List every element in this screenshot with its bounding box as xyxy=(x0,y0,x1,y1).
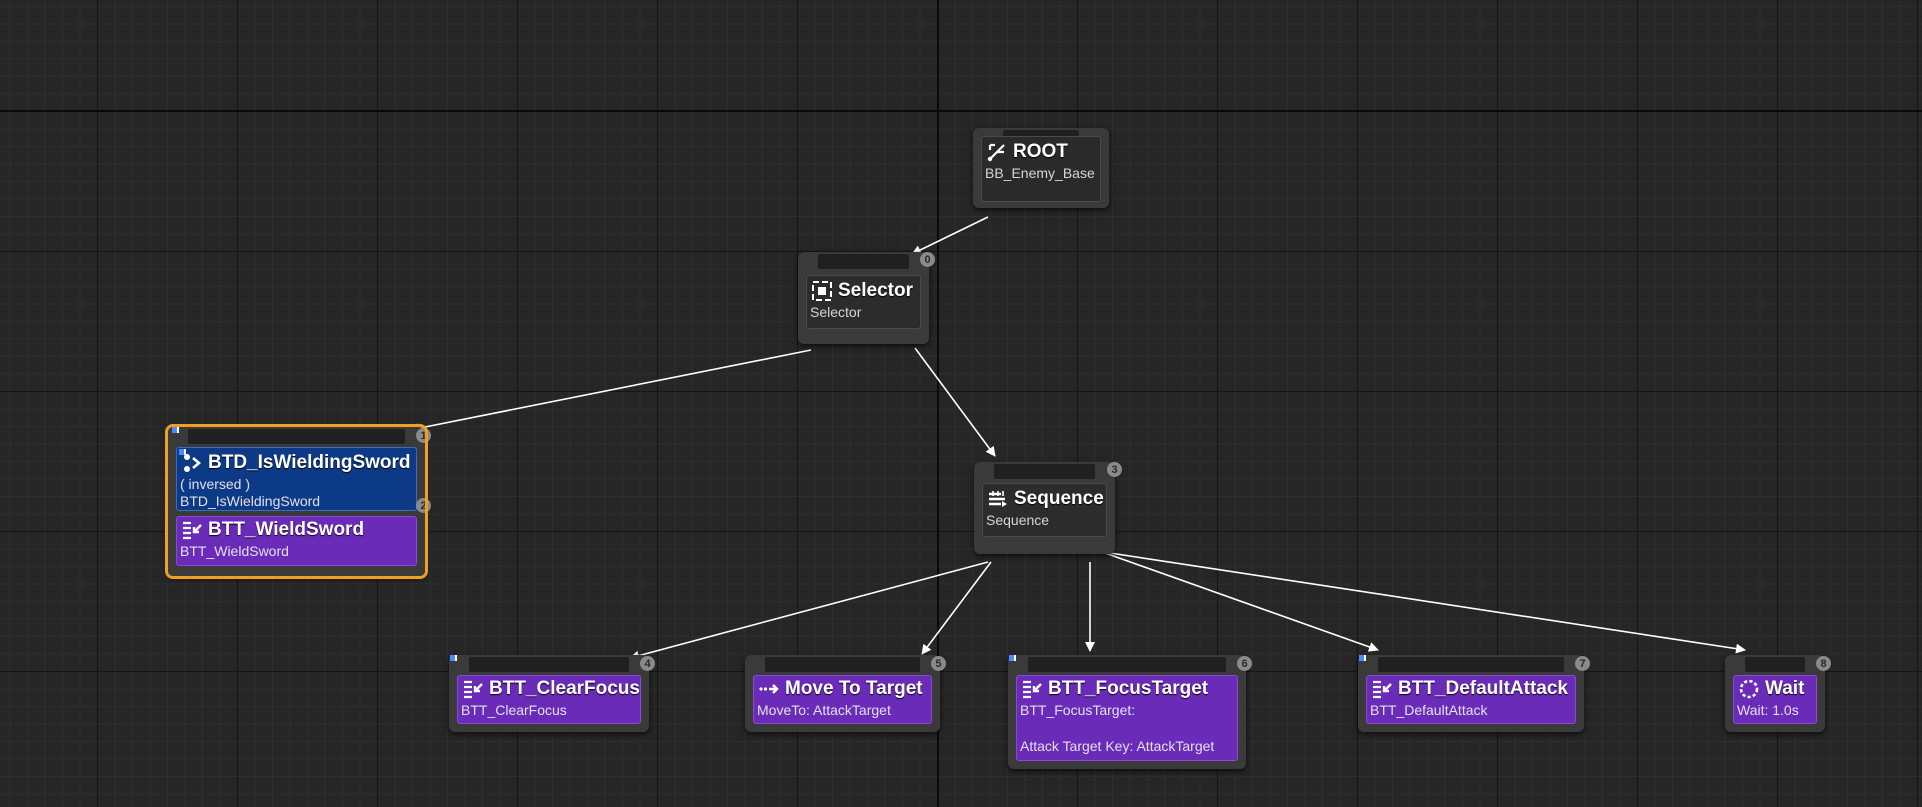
wield-sword-input-pin xyxy=(188,429,405,444)
decorator-body[interactable]: BTD_IsWieldingSword ( inversed ) BTD_IsW… xyxy=(176,447,417,511)
decorator-title: BTD_IsWieldingSword xyxy=(208,452,411,473)
move-to-subtitle: MoveTo: AttackTarget xyxy=(757,702,891,718)
root-icon xyxy=(985,140,1009,164)
selector-index-badge: 0 xyxy=(920,252,935,267)
sequence-node[interactable]: 3 Sequence Sequence xyxy=(974,462,1122,554)
focus-target-node[interactable]: 6 BTT_FocusTarget BTT_FocusTarget: Attac… xyxy=(1008,655,1252,769)
selector-title: Selector xyxy=(838,280,913,301)
focus-target-key-detail: Attack Target Key: AttackTarget xyxy=(1020,738,1215,754)
breakpoint-marker xyxy=(450,655,457,661)
breakpoint-marker xyxy=(1009,655,1016,661)
clear-focus-subtitle: BTT_ClearFocus xyxy=(461,702,567,718)
clear-focus-input-pin xyxy=(469,657,629,672)
wire-root-to-selector xyxy=(911,216,989,255)
wait-title: Wait xyxy=(1765,678,1805,699)
task-icon xyxy=(180,518,204,542)
wait-node[interactable]: 8 Wait Wait: 1.0s xyxy=(1725,655,1831,732)
wire-selector-to-wield_sword xyxy=(409,349,812,434)
wire-sequence-to-clear_focus xyxy=(629,561,989,661)
root-subtitle: BB_Enemy_Base xyxy=(985,165,1095,181)
wait-index-badge: 8 xyxy=(1816,656,1831,671)
wield-sword-body: BTT_WieldSword BTT_WieldSword xyxy=(176,516,417,566)
task-icon xyxy=(1370,677,1394,701)
wait-icon xyxy=(1737,677,1761,701)
task-icon xyxy=(1020,677,1044,701)
wire-sequence-to-move_to xyxy=(921,561,992,655)
sequence-body: Sequence Sequence xyxy=(982,483,1107,537)
move-to-node[interactable]: 5 Move To Target MoveTo: AttackTarget xyxy=(745,655,946,732)
root-node[interactable]: ROOT BB_Enemy_Base xyxy=(973,128,1109,208)
clear-focus-node[interactable]: 4 BTT_ClearFocus BTT_ClearFocus xyxy=(449,655,655,732)
wield-sword-title: BTT_WieldSword xyxy=(208,519,365,540)
wire-sequence-to-wait xyxy=(1109,552,1746,654)
default-attack-input-pin xyxy=(1378,657,1564,672)
move-to-title: Move To Target xyxy=(785,678,923,699)
focus-target-body: BTT_FocusTarget BTT_FocusTarget: Attack … xyxy=(1016,675,1238,761)
move-to-input-pin xyxy=(765,657,920,672)
default-attack-node[interactable]: 7 BTT_DefaultAttack BTT_DefaultAttack xyxy=(1358,655,1590,732)
selector-subtitle: Selector xyxy=(810,304,862,320)
wield-sword-index-badge: 1 xyxy=(416,428,431,443)
sequence-input-pin xyxy=(994,464,1095,479)
move-to-icon xyxy=(757,677,781,701)
clear-focus-index-badge: 4 xyxy=(640,656,655,671)
sequence-icon xyxy=(986,487,1010,511)
sequence-title: Sequence xyxy=(1014,488,1104,509)
move-to-body: Move To Target MoveTo: AttackTarget xyxy=(753,675,932,724)
focus-target-input-pin xyxy=(1028,657,1226,672)
root-title: ROOT xyxy=(1013,141,1068,162)
selector-body: Selector Selector xyxy=(806,275,921,329)
wait-body: Wait Wait: 1.0s xyxy=(1733,675,1817,724)
wire-selector-to-sequence xyxy=(914,347,996,457)
wait-subtitle: Wait: 1.0s xyxy=(1737,702,1799,718)
decorator-inversed-label: ( inversed ) xyxy=(180,476,251,492)
breakpoint-marker xyxy=(1359,655,1366,661)
clear-focus-title: BTT_ClearFocus xyxy=(489,678,640,699)
default-attack-subtitle: BTT_DefaultAttack xyxy=(1370,702,1488,718)
clear-focus-body: BTT_ClearFocus BTT_ClearFocus xyxy=(457,675,641,724)
wait-input-pin xyxy=(1745,657,1805,672)
focus-target-title: BTT_FocusTarget xyxy=(1048,678,1209,699)
focus-target-subtitle: BTT_FocusTarget: xyxy=(1020,702,1136,718)
decorator-subtitle: BTD_IsWieldingSword xyxy=(180,493,321,509)
sequence-index-badge: 3 xyxy=(1107,462,1122,477)
wield-sword-node[interactable]: 1 BTD_IsWieldingSword ( inversed ) BTD_I… xyxy=(165,424,431,579)
wire-sequence-to-default_attack xyxy=(1104,552,1379,652)
selector-node[interactable]: 0 Selector Selector xyxy=(798,252,935,344)
default-attack-title: BTT_DefaultAttack xyxy=(1398,678,1568,699)
decorator-breakpoint-marker xyxy=(179,449,186,455)
selector-input-pin xyxy=(818,254,909,269)
selector-icon xyxy=(810,279,834,303)
sequence-subtitle: Sequence xyxy=(986,512,1050,528)
default-attack-body: BTT_DefaultAttack BTT_DefaultAttack xyxy=(1366,675,1576,724)
task-icon xyxy=(461,677,485,701)
default-attack-index-badge: 7 xyxy=(1575,656,1590,671)
wield-sword-subtitle: BTT_WieldSword xyxy=(180,543,289,559)
root-body: ROOT BB_Enemy_Base xyxy=(981,136,1101,202)
breakpoint-marker xyxy=(172,427,179,433)
connection-layer xyxy=(409,216,1746,661)
decorator-index-badge: 2 xyxy=(416,498,431,513)
focus-target-index-badge: 6 xyxy=(1237,656,1252,671)
move-to-index-badge: 5 xyxy=(931,656,946,671)
